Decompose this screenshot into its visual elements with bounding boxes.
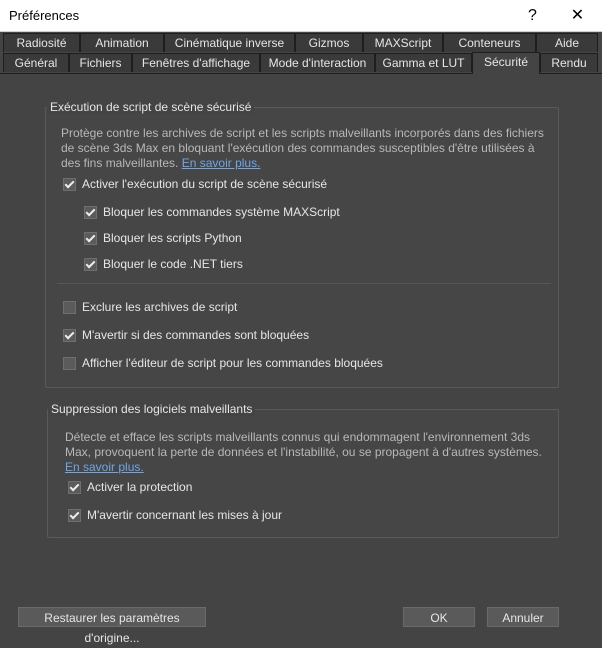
cancel-button[interactable]: Annuler: [487, 607, 559, 627]
tab-rendu[interactable]: Rendu: [540, 53, 598, 72]
malware-description: Détecte et efface les scripts malveillan…: [65, 430, 542, 474]
checkbox-box[interactable]: [63, 300, 76, 314]
learn-more-link[interactable]: En savoir plus.: [182, 156, 261, 170]
checkbox-box[interactable]: [63, 356, 76, 370]
tab-maxscript[interactable]: MAXScript: [363, 33, 443, 52]
tab-gamma-lut[interactable]: Gamma et LUT: [375, 53, 472, 72]
tab-cinematique-inverse[interactable]: Cinématique inverse: [164, 33, 295, 52]
malware-title: Suppression des logiciels malveillants: [48, 402, 256, 416]
checkbox-box[interactable]: [84, 257, 97, 271]
checkbox-box[interactable]: [63, 177, 76, 191]
enable-protection-checkbox[interactable]: Activer la protection: [68, 480, 192, 494]
block-dotnet-checkbox[interactable]: Bloquer le code .NET tiers: [84, 257, 243, 271]
tab-general[interactable]: Général: [3, 53, 69, 72]
title-bar: Préférences ? ✕: [0, 0, 602, 32]
ok-button[interactable]: OK: [403, 607, 475, 627]
block-python-checkbox[interactable]: Bloquer les scripts Python: [84, 231, 242, 245]
exclude-script-archives-checkbox[interactable]: Exclure les archives de script: [63, 300, 237, 314]
separator: [57, 283, 551, 284]
checkbox-box[interactable]: [68, 508, 81, 522]
warn-blocked-commands-checkbox[interactable]: M'avertir si des commandes sont bloquées: [63, 328, 309, 342]
block-maxscript-checkbox[interactable]: Bloquer les commandes système MAXScript: [84, 205, 340, 219]
checkbox-box[interactable]: [84, 205, 97, 219]
checkbox-box[interactable]: [84, 231, 97, 245]
checkbox-box[interactable]: [63, 328, 76, 342]
help-button[interactable]: ?: [510, 0, 555, 31]
safe-scene-title: Exécution de script de scène sécurisé: [47, 100, 255, 114]
tab-gizmos[interactable]: Gizmos: [295, 33, 363, 52]
tab-fichiers[interactable]: Fichiers: [69, 53, 132, 72]
safe-scene-description: Protège contre les archives de script et…: [61, 126, 544, 170]
close-button[interactable]: ✕: [555, 0, 600, 31]
checkbox-box[interactable]: [68, 480, 81, 494]
tab-animation[interactable]: Animation: [80, 33, 164, 52]
show-script-editor-checkbox[interactable]: Afficher l'éditeur de script pour les co…: [63, 356, 383, 370]
tab-aide[interactable]: Aide: [536, 33, 598, 52]
learn-more-link[interactable]: En savoir plus.: [65, 460, 144, 474]
warn-updates-checkbox[interactable]: M'avertir concernant les mises à jour: [68, 508, 282, 522]
window-title: Préférences: [9, 8, 80, 23]
tab-securite[interactable]: Sécurité: [472, 52, 540, 74]
enable-safe-scene-checkbox[interactable]: Activer l'exécution du script de scène s…: [63, 177, 327, 191]
tab-conteneurs[interactable]: Conteneurs: [443, 33, 536, 52]
restore-defaults-button[interactable]: Restaurer les paramètres d'origine...: [18, 607, 206, 645]
tab-mode-interaction[interactable]: Mode d'interaction: [260, 53, 375, 72]
tab-fenetres-affichage[interactable]: Fenêtres d'affichage: [132, 53, 260, 72]
tab-radiosite[interactable]: Radiosité: [3, 33, 80, 52]
